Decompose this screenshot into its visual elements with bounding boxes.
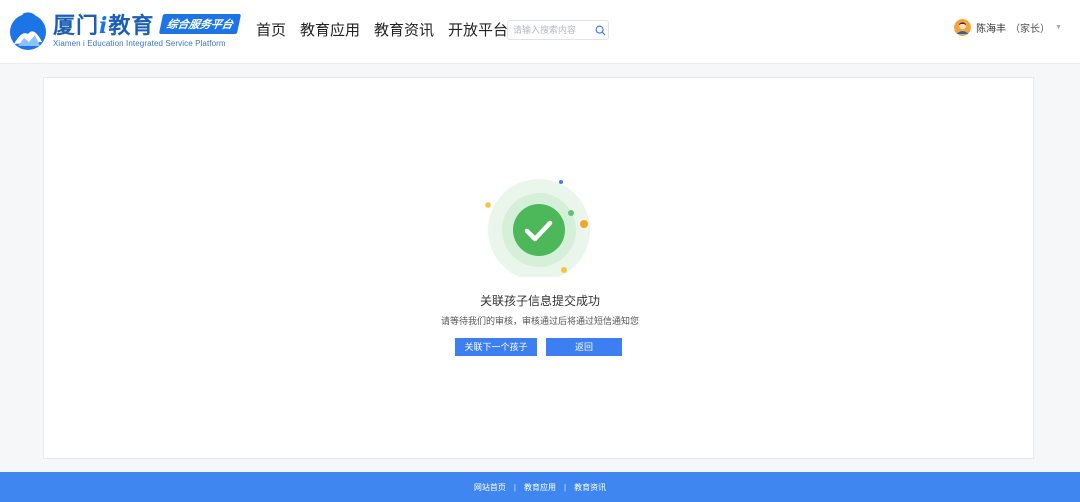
- result-description: 请等待我们的审核，审核通过后将通过短信通知您: [440, 316, 639, 326]
- main-nav: 首页 教育应用 教育资讯 开放平台: [256, 19, 508, 40]
- check-circle-icon: [485, 179, 590, 277]
- top-header: 厦门i教育 综合服务平台 Xiamen i Education Integrat…: [0, 0, 1080, 64]
- nav-item-home[interactable]: 首页: [256, 19, 286, 40]
- user-menu[interactable]: 陈海丰 （家长） ▼: [954, 19, 1062, 36]
- logo-title: 厦门i教育: [53, 13, 155, 39]
- footer: 网站首页 | 教育应用 | 教育资讯: [0, 472, 1080, 502]
- search-icon[interactable]: [593, 23, 607, 37]
- user-name: 陈海丰: [976, 24, 1007, 35]
- footer-link-home[interactable]: 网站首页: [474, 482, 506, 493]
- nav-item-education-apps[interactable]: 教育应用: [300, 19, 360, 40]
- nav-item-open-platform[interactable]: 开放平台: [448, 19, 508, 40]
- footer-separator: |: [564, 482, 567, 492]
- back-button[interactable]: 返回: [546, 338, 622, 356]
- logo-badge: 综合服务平台: [159, 14, 242, 34]
- chevron-down-icon: ▼: [1055, 24, 1062, 31]
- result-title: 关联孩子信息提交成功: [479, 294, 600, 308]
- site-logo[interactable]: 厦门i教育 综合服务平台 Xiamen i Education Integrat…: [8, 8, 242, 52]
- footer-link-education-apps[interactable]: 教育应用: [524, 482, 556, 493]
- link-next-child-button[interactable]: 关联下一个孩子: [455, 338, 537, 356]
- search-input[interactable]: [513, 25, 589, 35]
- avatar: [954, 19, 972, 36]
- logo-text: 厦门i教育 综合服务平台 Xiamen i Education Integrat…: [53, 11, 242, 48]
- logo-emblem-icon: [10, 12, 46, 50]
- user-role: （家长）: [1010, 24, 1051, 35]
- footer-separator: |: [513, 482, 516, 492]
- logo-subtitle: Xiamen i Education Integrated Service Pl…: [53, 39, 226, 48]
- nav-item-education-news[interactable]: 教育资讯: [374, 19, 434, 40]
- footer-link-education-news[interactable]: 教育资讯: [574, 482, 606, 493]
- search-box: [507, 20, 609, 40]
